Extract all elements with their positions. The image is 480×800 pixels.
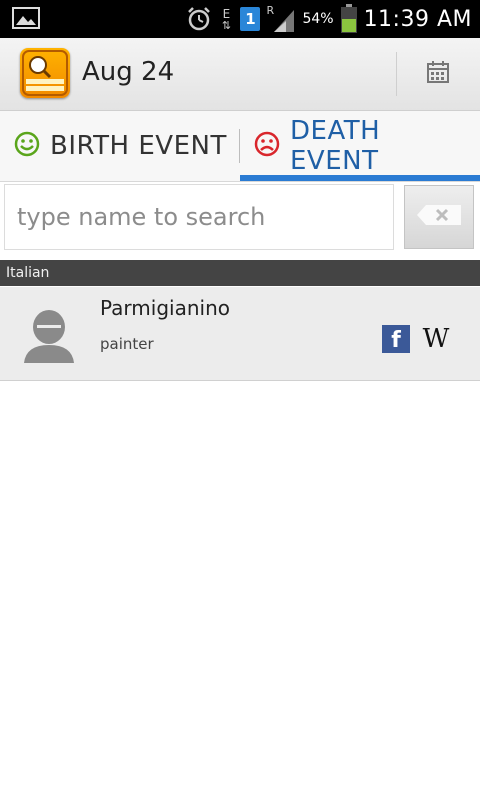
person-description: painter xyxy=(100,335,154,353)
signal-icon: R xyxy=(266,4,296,34)
page-title: Aug 24 xyxy=(82,57,175,87)
network-type-label: E xyxy=(222,6,231,21)
sad-icon xyxy=(254,131,280,161)
calendar-button[interactable] xyxy=(416,54,460,94)
person-name: Parmigianino xyxy=(100,296,230,320)
app-logo-icon[interactable] xyxy=(20,48,70,98)
alarm-icon xyxy=(186,6,212,32)
data-arrows-icon: E ⇅ xyxy=(221,6,232,32)
tab-divider xyxy=(239,129,240,163)
image-icon xyxy=(12,6,40,34)
event-tabs: BIRTH EVENT DEATH EVENT xyxy=(0,111,480,182)
action-bar: Aug 24 xyxy=(0,38,480,111)
tab-birth-event[interactable]: BIRTH EVENT xyxy=(14,111,236,181)
smile-icon xyxy=(14,131,40,161)
search-input[interactable] xyxy=(4,184,394,250)
tab-death-label: DEATH EVENT xyxy=(290,116,381,176)
avatar-placeholder-icon xyxy=(20,305,78,365)
facebook-icon[interactable]: f xyxy=(382,325,410,353)
clock: 11:39 AM xyxy=(363,6,472,32)
status-bar: E ⇅ 1 R 54% 11:39 AM xyxy=(0,0,480,38)
calendar-icon xyxy=(426,60,450,88)
battery-percent: 54% xyxy=(302,11,334,27)
clear-search-button[interactable] xyxy=(404,185,474,249)
action-bar-divider xyxy=(396,52,397,96)
section-header: Italian xyxy=(0,260,480,286)
tab-death-event[interactable]: DEATH EVENT xyxy=(254,111,476,181)
list-item[interactable]: Parmigianino painter f W xyxy=(0,287,480,381)
wikipedia-icon[interactable]: W xyxy=(418,323,454,355)
roaming-label: R xyxy=(266,4,275,17)
backspace-clear-icon xyxy=(416,204,462,230)
tab-birth-label: BIRTH EVENT xyxy=(50,131,227,161)
selected-tab-indicator xyxy=(240,175,480,181)
battery-icon xyxy=(340,4,358,34)
sim-icon: 1 xyxy=(240,7,261,31)
